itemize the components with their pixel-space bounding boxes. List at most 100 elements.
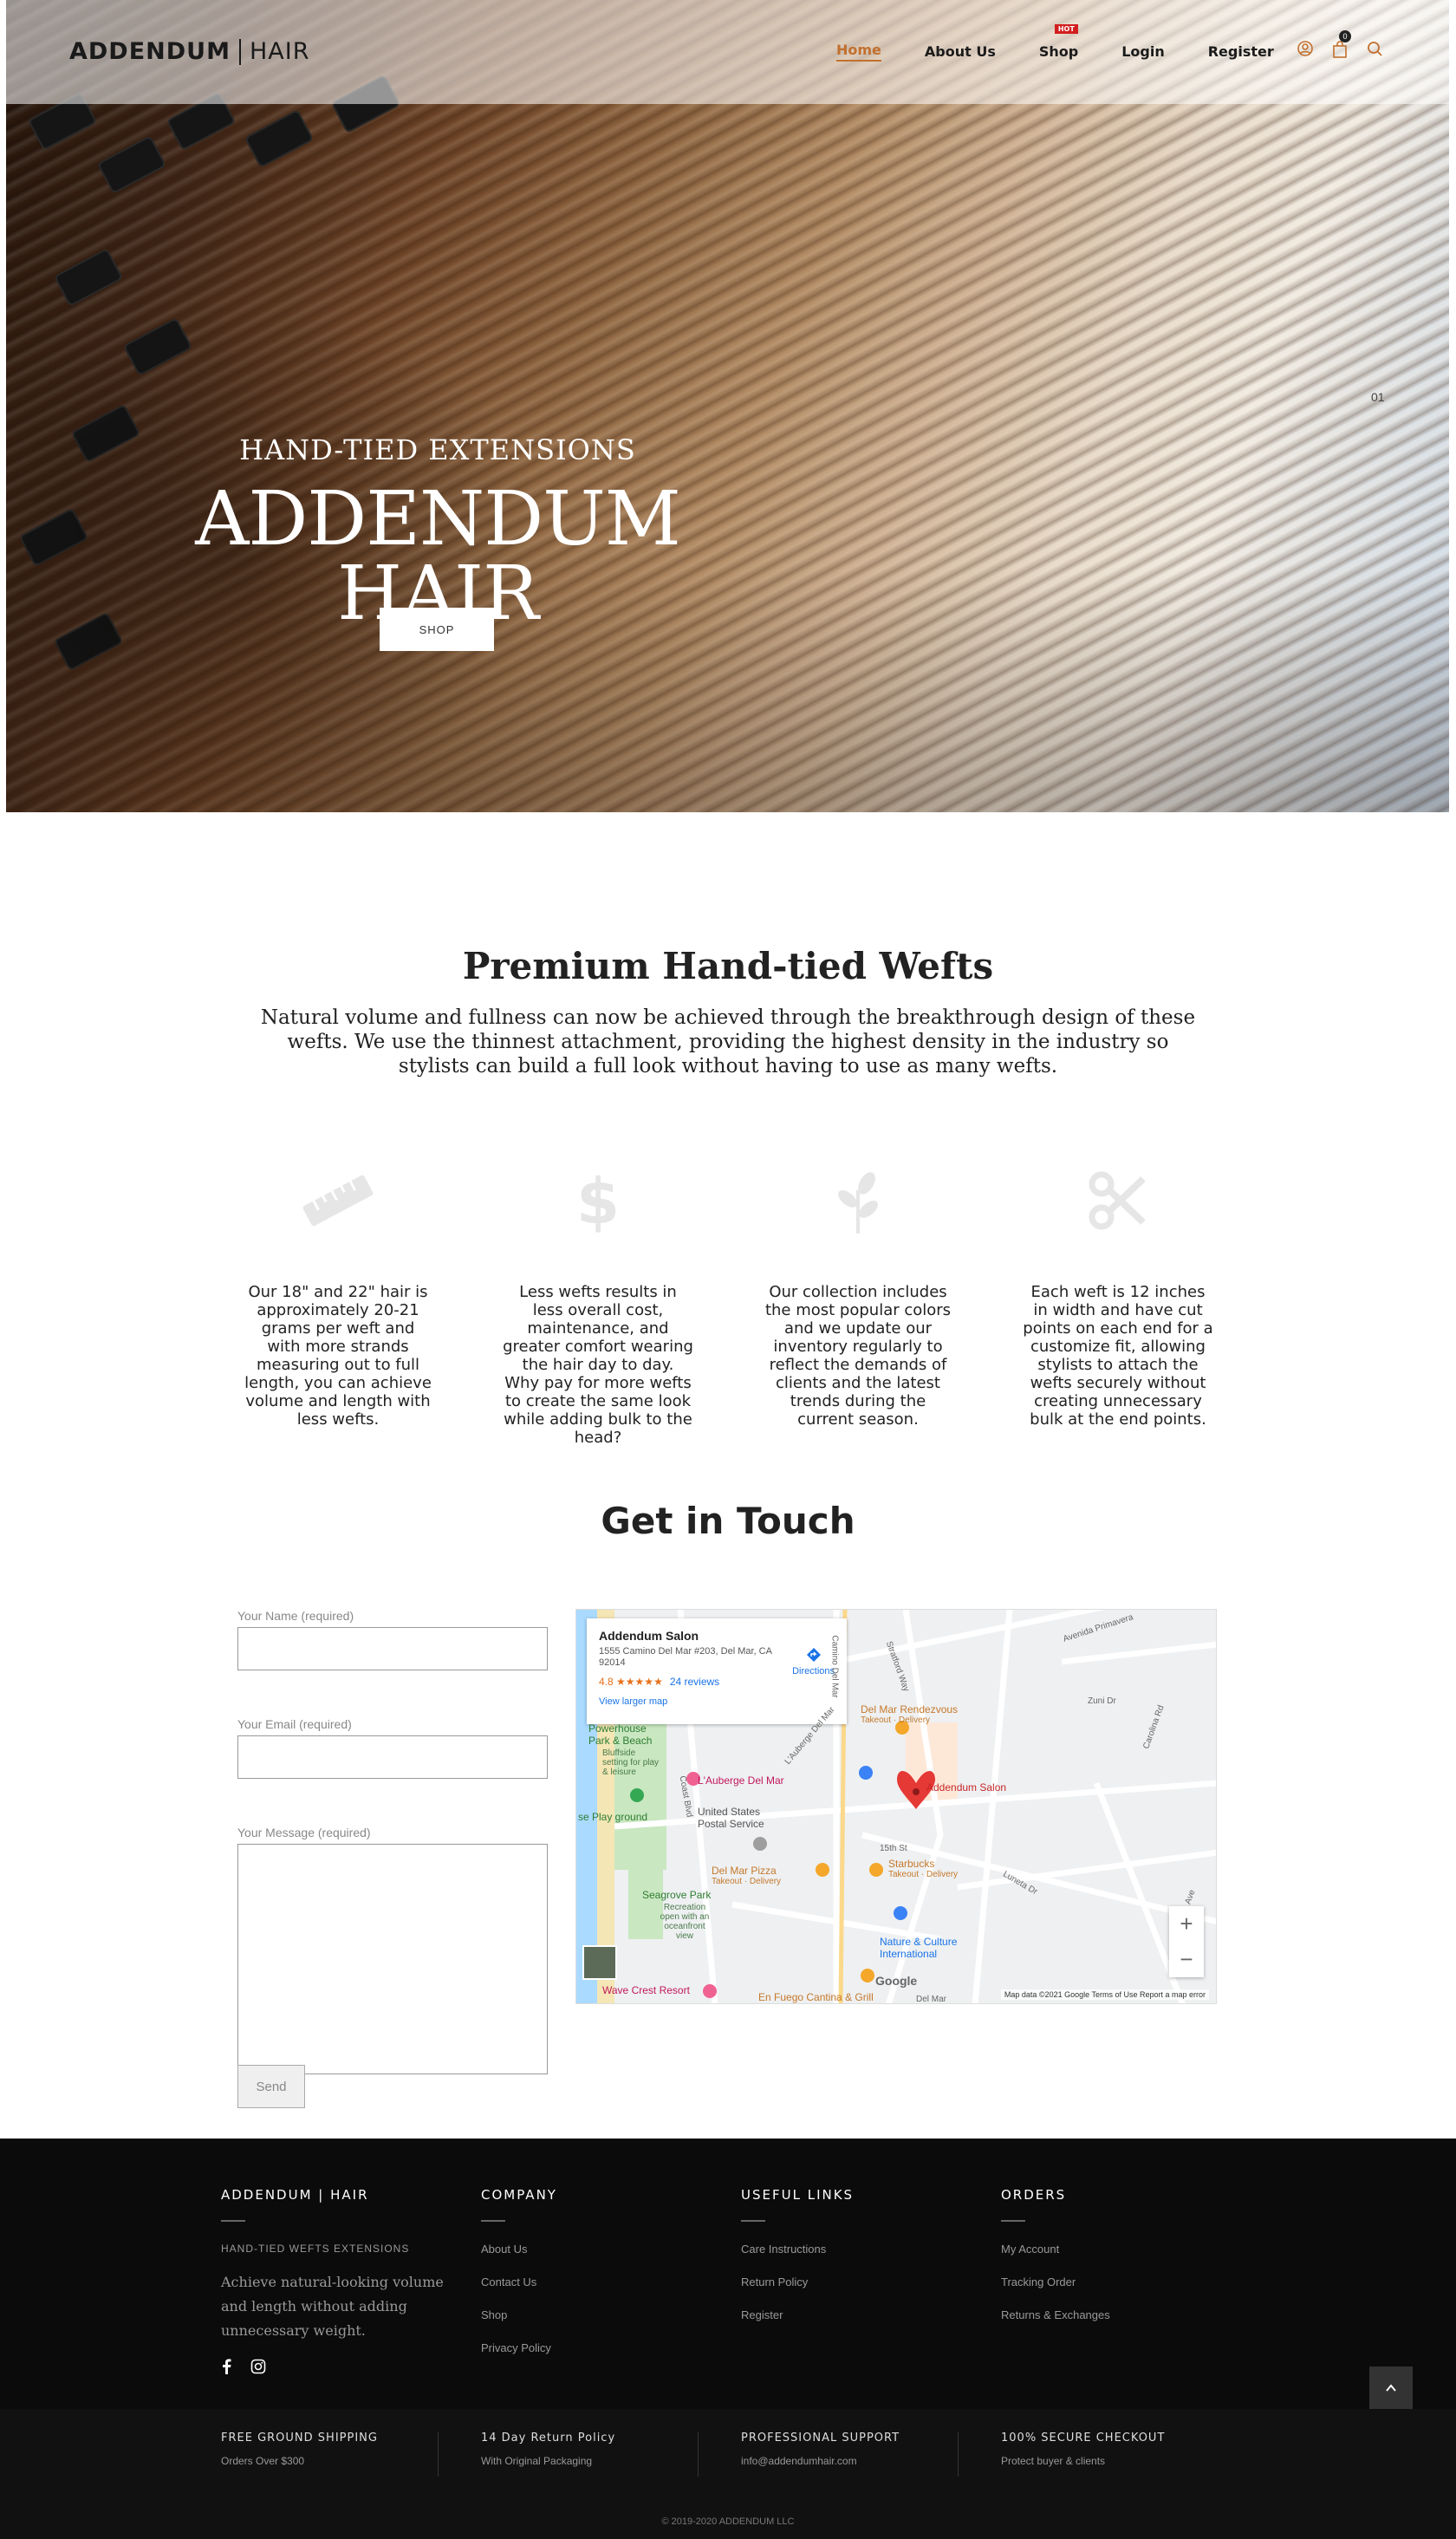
user-icon[interactable]	[1297, 41, 1315, 58]
map-label: se Play ground	[578, 1811, 648, 1823]
cart-icon[interactable]: 0	[1332, 30, 1351, 58]
logo-main-text: ADDENDUM	[69, 38, 231, 65]
perk-text: With Original Packaging	[481, 2455, 593, 2467]
footer-orders-title: ORDERS	[1001, 2187, 1067, 2203]
perk-item: 100% SECURE CHECKOUT Protect buyer & cli…	[1001, 2432, 1226, 2467]
footer-link-care[interactable]: Care Instructions	[741, 2243, 984, 2256]
main-nav: Home About Us Shop HOT Login Register	[836, 24, 1317, 62]
footer-company-title: COMPANY	[481, 2187, 557, 2203]
perk-text: Protect buyer & clients	[1001, 2455, 1106, 2467]
footer-link-about[interactable]: About Us	[481, 2243, 724, 2256]
perk-title: 14 Day Return Policy	[481, 2432, 616, 2445]
footer-tagline: HAND-TIED WEFTS EXTENSIONS	[221, 2243, 410, 2255]
nav-login[interactable]: Login	[1121, 43, 1165, 60]
dollar-icon: $	[468, 1162, 728, 1240]
ruler-icon	[208, 1162, 468, 1240]
footer-link-contact[interactable]: Contact Us	[481, 2275, 724, 2288]
contact-title: Get in Touch	[601, 1500, 855, 1542]
footer-link-register[interactable]: Register	[741, 2308, 984, 2321]
perk-text: Orders Over $300	[221, 2455, 305, 2467]
perk-title: FREE GROUND SHIPPING	[221, 2432, 378, 2445]
footer-brand-col: ADDENDUM | HAIR HAND-TIED WEFTS EXTENSIO…	[221, 2187, 464, 2374]
map-attribution[interactable]: Map data ©2021 Google Terms of Use Repor…	[1000, 1989, 1209, 2000]
premium-title: Premium Hand-tied Wefts	[462, 945, 994, 987]
footer-link-account[interactable]: My Account	[1001, 2243, 1244, 2256]
map-label: 15th St	[880, 1844, 907, 1853]
message-field[interactable]	[237, 1844, 548, 2074]
footer-orders-col: ORDERS My Account Tracking Order Returns…	[1001, 2187, 1244, 2341]
perk-title: 100% SECURE CHECKOUT	[1001, 2432, 1166, 2445]
footer-about: Achieve natural-looking volume and lengt…	[221, 2274, 444, 2339]
email-field[interactable]	[237, 1735, 548, 1779]
directions-icon	[806, 1648, 821, 1662]
send-button[interactable]: Send	[237, 2065, 305, 2108]
feature-item: Our collection includes the most popular…	[728, 1162, 988, 1447]
map-label: Powerhouse Park & Beach	[588, 1722, 653, 1747]
map-reviews-link[interactable]: 24 reviews	[670, 1676, 719, 1688]
map-label: Seagrove Park	[642, 1889, 712, 1901]
zoom-in-button[interactable]: +	[1169, 1906, 1204, 1942]
view-larger-map-link[interactable]: View larger map	[599, 1696, 835, 1707]
map-label: Addendum Salon	[926, 1781, 1007, 1794]
hot-badge: HOT	[1054, 24, 1078, 34]
chevron-up-icon	[1386, 2384, 1396, 2392]
hero-slider	[6, 0, 1449, 812]
leaf-icon	[728, 1162, 988, 1240]
slide-number[interactable]: 01	[1371, 390, 1385, 404]
footer-link-shop[interactable]: Shop	[481, 2308, 724, 2321]
premium-description: Natural volume and fullness can now be a…	[260, 1006, 1196, 1077]
feature-text: Our collection includes the most popular…	[764, 1283, 952, 1429]
features-row: Our 18" and 22" hair is approximately 20…	[208, 1162, 1248, 1447]
nav-register[interactable]: Register	[1208, 43, 1274, 60]
perk-item: 14 Day Return Policy With Original Packa…	[481, 2432, 706, 2467]
map-label: Wave Crest Resort	[602, 1984, 690, 1996]
zoom-out-button[interactable]: −	[1169, 1942, 1204, 1977]
map-label: En Fuego Cantina & Grill	[758, 1991, 874, 2003]
map-label: Del Mar	[916, 1995, 947, 2004]
search-icon[interactable]	[1367, 41, 1384, 58]
directions-button[interactable]: Directions	[792, 1646, 835, 1676]
footer-company-col: COMPANY About Us Contact Us Shop Privacy…	[481, 2187, 724, 2374]
feature-text: Each weft is 12 inches in width and have…	[1023, 1283, 1213, 1429]
name-field[interactable]	[237, 1627, 548, 1670]
scissors-icon	[988, 1162, 1248, 1240]
footer-useful-title: USEFUL LINKS	[741, 2187, 855, 2203]
copyright: © 2019-2020 ADDENDUM LLC	[661, 2516, 795, 2527]
shop-button[interactable]: SHOP	[380, 608, 494, 651]
footer-link-privacy[interactable]: Privacy Policy	[481, 2341, 724, 2354]
name-label: Your Name (required)	[237, 1609, 354, 1623]
nav-about[interactable]: About Us	[925, 43, 996, 60]
nav-shop-label: Shop	[1038, 43, 1079, 60]
map-label: Recreation open with an oceanfront view	[660, 1903, 710, 1941]
footer-link-returns[interactable]: Returns & Exchanges	[1001, 2308, 1244, 2321]
map-label: Starbucks	[888, 1858, 935, 1870]
map-label: Camino Del Mar	[829, 1635, 840, 1698]
back-to-top-button[interactable]	[1369, 2366, 1413, 2410]
hero-subtitle: HAND-TIED EXTENSIONS	[239, 433, 636, 466]
feature-text: Our 18" and 22" hair is approximately 20…	[244, 1283, 432, 1429]
instagram-icon[interactable]	[250, 2359, 266, 2374]
footer-perks-bar: FREE GROUND SHIPPING Orders Over $300 14…	[0, 2409, 1456, 2539]
logo-secondary-text: HAIR	[249, 38, 310, 65]
map-label: Takeout · Delivery	[888, 1870, 959, 1879]
footer-brand-title: ADDENDUM | HAIR	[221, 2187, 369, 2203]
map-embed[interactable]: Addendum Salon 1555 Camino Del Mar #203,…	[575, 1609, 1217, 2004]
site-logo[interactable]: ADDENDUM HAIR	[69, 38, 309, 65]
map-label: United States Postal Service	[698, 1806, 764, 1830]
feature-item: $ Less wefts results in less overall cos…	[468, 1162, 728, 1447]
header-icons: 0	[1297, 30, 1401, 58]
footer-link-return[interactable]: Return Policy	[741, 2275, 984, 2288]
map-label: Del Mar Rendezvous	[861, 1703, 959, 1715]
nav-home[interactable]: Home	[836, 42, 881, 62]
map-label: Del Mar Pizza	[712, 1865, 777, 1877]
message-label: Your Message (required)	[237, 1826, 371, 1839]
perk-item: PROFESSIONAL SUPPORT info@addendumhair.c…	[741, 2432, 966, 2467]
facebook-icon[interactable]	[221, 2359, 237, 2374]
footer-link-tracking[interactable]: Tracking Order	[1001, 2275, 1244, 2288]
footer-useful-col: USEFUL LINKS Care Instructions Return Po…	[741, 2187, 984, 2341]
map-place-name: Addendum Salon	[599, 1629, 699, 1643]
map-label: Nature & Culture International	[880, 1936, 958, 1960]
directions-label: Directions	[792, 1666, 835, 1676]
feature-text: Less wefts results in less overall cost,…	[503, 1283, 693, 1447]
nav-shop[interactable]: Shop HOT	[1038, 24, 1079, 60]
